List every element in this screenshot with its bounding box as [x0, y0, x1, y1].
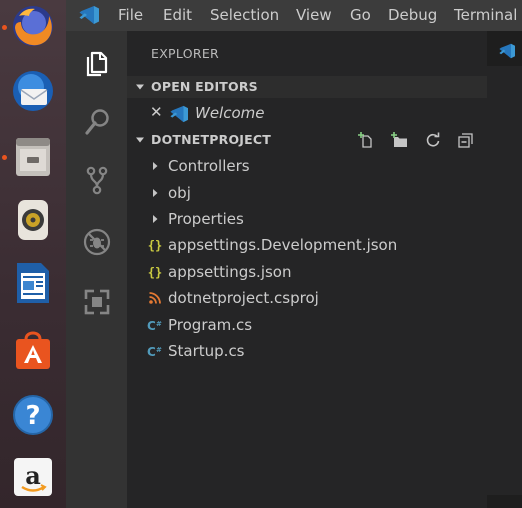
project-title: DOTNETPROJECT [151, 132, 271, 147]
csharp-file-icon: C # [147, 319, 162, 333]
tree-item-label: dotnetproject.csproj [168, 289, 319, 307]
tree-item-label: Controllers [168, 157, 250, 175]
tree-folder-controllers[interactable]: Controllers [127, 153, 487, 179]
collapse-all-icon[interactable] [457, 131, 475, 149]
running-indicator [2, 155, 7, 160]
vscode-icon [79, 6, 99, 24]
tree-file-appsettings[interactable]: {} appsettings.json [127, 259, 487, 285]
dock-rhythmbox[interactable] [9, 196, 57, 244]
tab-welcome[interactable] [487, 31, 522, 66]
running-indicator [2, 25, 7, 30]
explorer-title: EXPLORER [151, 46, 220, 61]
menu-bar: File Edit Selection View Go Debug Termin… [66, 0, 522, 31]
open-editors-title: OPEN EDITORS [151, 79, 258, 94]
amazon-icon: a [14, 458, 52, 496]
dock-files[interactable] [9, 133, 57, 181]
files-icon[interactable] [81, 46, 113, 78]
help-icon: ? [13, 395, 53, 435]
menu-file[interactable]: File [118, 6, 143, 24]
tree-folder-obj[interactable]: obj [127, 180, 487, 206]
editor-tab-bar [487, 31, 522, 495]
thunderbird-icon [13, 71, 53, 111]
json-file-icon: {} [148, 266, 162, 280]
chevron-right-icon [153, 162, 158, 170]
dock-firefox[interactable] [9, 2, 57, 50]
extensions-icon[interactable] [81, 286, 113, 318]
open-editor-label: Welcome [195, 104, 265, 122]
open-editors-section-header[interactable]: OPEN EDITORS [127, 76, 487, 98]
close-icon[interactable]: ✕ [150, 103, 163, 121]
editor-area [487, 31, 522, 508]
svg-text:C: C [147, 345, 156, 359]
tree-item-label: Properties [168, 210, 244, 228]
debug-icon[interactable] [81, 226, 113, 258]
ubuntu-dock: ? a [0, 0, 66, 508]
activity-bar [66, 31, 127, 508]
rss-file-icon [149, 292, 161, 304]
rhythmbox-icon [18, 200, 48, 240]
svg-text:#: # [156, 346, 162, 354]
files-icon [16, 138, 50, 176]
svg-text:{}: {} [148, 239, 162, 253]
vscode-icon [170, 105, 188, 123]
project-section-header[interactable]: DOTNETPROJECT [127, 129, 487, 151]
explorer-sidebar: EXPLORER OPEN EDITORS ✕ Welcome DOTNETPR… [127, 31, 487, 508]
svg-text:{}: {} [148, 266, 162, 280]
chevron-right-icon [153, 189, 158, 197]
json-file-icon: {} [148, 239, 162, 253]
new-folder-icon[interactable] [391, 131, 409, 149]
tree-file-appsettings-development[interactable]: {} appsettings.Development.json [127, 232, 487, 258]
svg-text:C: C [147, 319, 156, 333]
search-icon[interactable] [81, 106, 113, 138]
tree-item-label: Program.cs [168, 316, 253, 334]
dock-amazon[interactable]: a [9, 453, 57, 501]
tree-file-program-cs[interactable]: C # Program.cs [127, 312, 487, 338]
dock-software-center[interactable] [9, 325, 57, 373]
svg-text:?: ? [25, 401, 40, 431]
tree-file-csproj[interactable]: dotnetproject.csproj [127, 285, 487, 311]
tree-item-label: Startup.cs [168, 342, 245, 360]
tree-file-startup-cs[interactable]: C # Startup.cs [127, 338, 487, 364]
new-file-icon[interactable] [358, 131, 376, 149]
menu-debug[interactable]: Debug [388, 6, 437, 24]
tree-item-label: appsettings.json [168, 263, 292, 281]
chevron-down-icon [136, 137, 144, 143]
software-center-icon [16, 331, 50, 369]
vscode-icon [499, 43, 515, 59]
tree-folder-properties[interactable]: Properties [127, 206, 487, 232]
svg-text:a: a [25, 461, 41, 490]
source-control-icon[interactable] [81, 164, 113, 196]
open-editor-item[interactable]: ✕ Welcome [127, 102, 487, 124]
writer-icon [17, 263, 49, 303]
firefox-icon [13, 6, 53, 46]
tree-item-label: appsettings.Development.json [168, 236, 398, 254]
menu-edit[interactable]: Edit [163, 6, 192, 24]
menu-selection[interactable]: Selection [210, 6, 279, 24]
csharp-file-icon: C # [147, 345, 162, 359]
dock-help[interactable]: ? [9, 391, 57, 439]
refresh-icon[interactable] [424, 131, 442, 149]
tree-item-label: obj [168, 184, 191, 202]
dock-writer[interactable] [9, 259, 57, 307]
menu-terminal[interactable]: Terminal [454, 6, 517, 24]
menu-go[interactable]: Go [350, 6, 371, 24]
chevron-down-icon [136, 84, 144, 90]
dock-thunderbird[interactable] [9, 67, 57, 115]
chevron-right-icon [153, 215, 158, 223]
menu-view[interactable]: View [296, 6, 332, 24]
svg-text:#: # [156, 320, 162, 328]
